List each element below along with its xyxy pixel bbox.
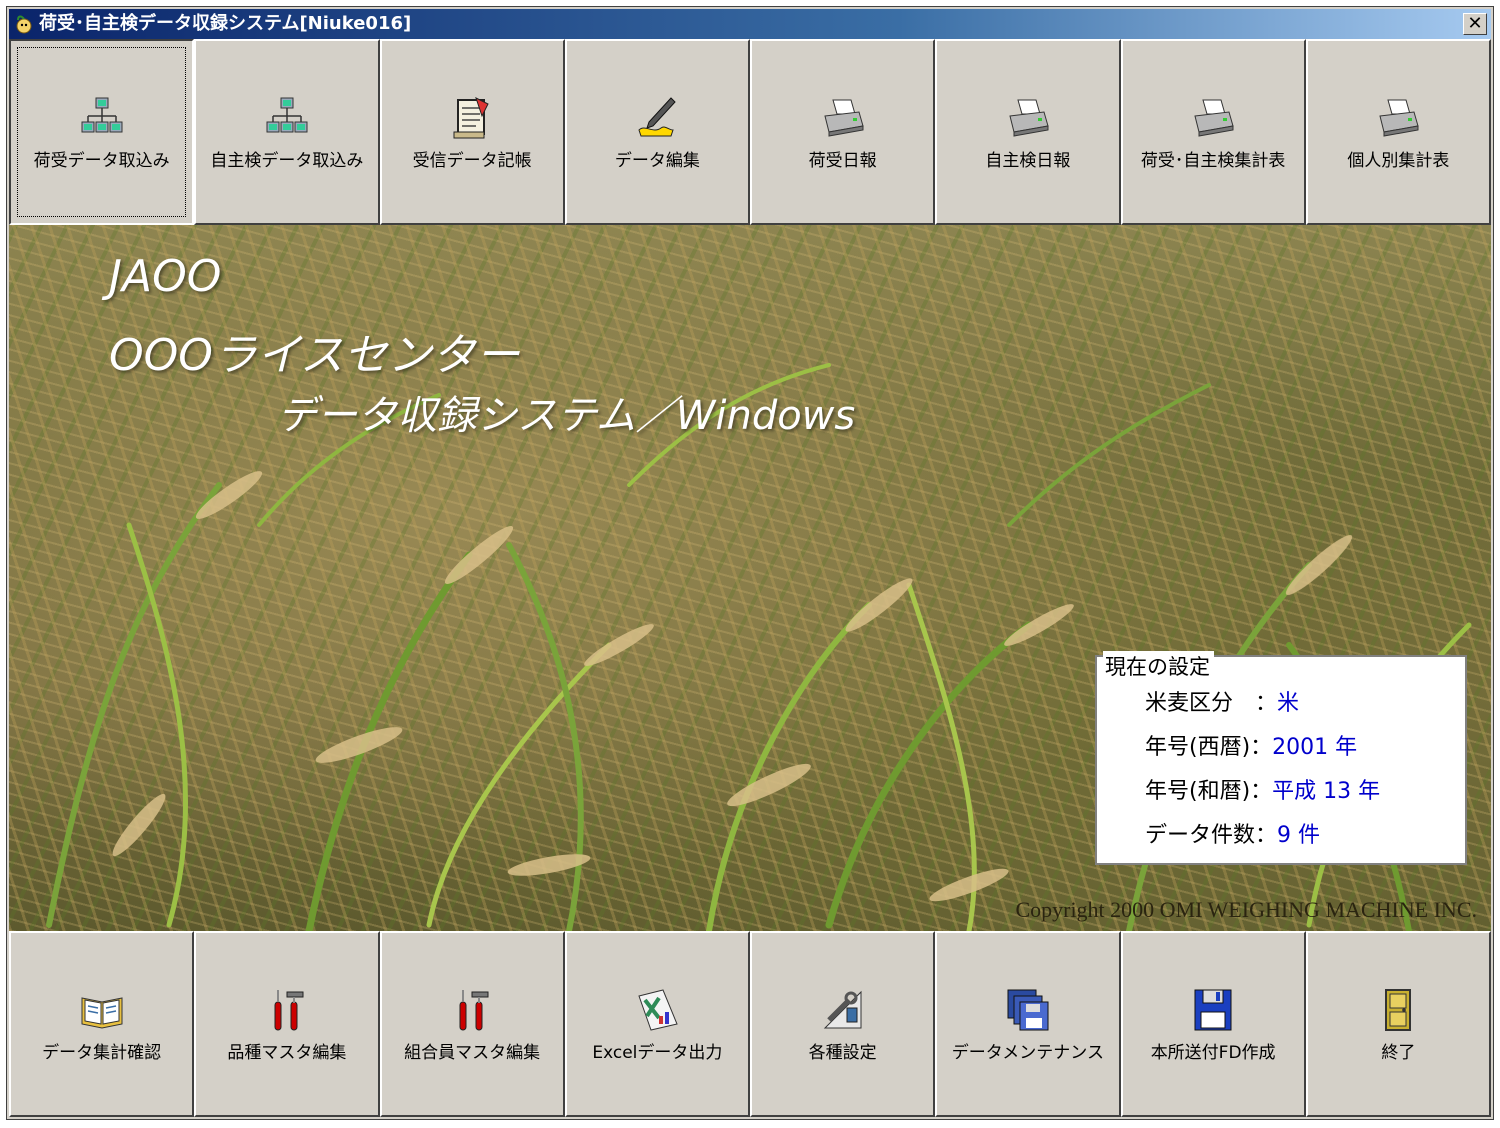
summary-table-button[interactable]: 荷受･自主検集計表 (1120, 39, 1306, 225)
niuke-data-import-button[interactable]: 荷受データ取込み (9, 39, 195, 225)
floppy-disk-icon (1194, 989, 1232, 1030)
settings-row-data-count: データ件数：9 件 (1145, 817, 1320, 849)
pen-icon (638, 96, 677, 136)
copyright-text: Copyright 2000 OMI WEIGHING MACHINE INC. (1015, 897, 1477, 922)
book-icon (81, 996, 123, 1029)
toolbar-label: 荷受日報 (808, 150, 877, 171)
floppy-stack-icon (1007, 989, 1049, 1030)
printer-icon (1379, 99, 1420, 137)
splash-org-name: JAOO (109, 251, 222, 302)
app-icon (16, 15, 32, 34)
settings-value: 9 件 (1277, 823, 1321, 848)
head-office-fd-button[interactable]: 本所送付FD作成 (1120, 931, 1306, 1117)
toolbar-label: 組合員マスタ編集 (404, 1042, 541, 1063)
personal-summary-button[interactable]: 個人別集計表 (1305, 39, 1491, 225)
settings-value: 米 (1277, 691, 1300, 716)
toolbar-label: データ編集 (614, 150, 700, 171)
niuke-daily-report-button[interactable]: 荷受日報 (750, 39, 936, 225)
settings-tools-icon (823, 990, 862, 1028)
settings-title: 現在の設定 (1103, 651, 1214, 681)
main-window: 荷受･自主検データ収録システム[Niuke016] ✕ 荷受データ取込み 自主検… (6, 6, 1494, 1120)
bottom-toolbar: データ集計確認 品種マスタ編集 組合員マスタ編集 Excelデータ出力 各種設定… (9, 931, 1491, 1117)
exit-door-icon (1385, 988, 1412, 1031)
printer-icon (824, 99, 864, 137)
printer-icon (1009, 99, 1049, 137)
toolbar-label: 品種マスタ編集 (227, 1042, 347, 1063)
jishuken-data-import-button[interactable]: 自主検データ取込み (194, 39, 380, 225)
excel-icon (638, 988, 679, 1031)
title-bar[interactable]: 荷受･自主検データ収録システム[Niuke016] ✕ (9, 9, 1491, 39)
settings-label: 米麦区分 ： (1145, 691, 1278, 716)
data-maintenance-button[interactable]: データメンテナンス (935, 931, 1121, 1117)
toolbar-label: データ集計確認 (42, 1042, 162, 1063)
variety-master-edit-button[interactable]: 品種マスタ編集 (194, 931, 380, 1117)
toolbar-label: 自主検データ取込み (210, 150, 364, 171)
current-settings-panel: 現在の設定 米麦区分 ：米 年号(西暦)：2001 年 年号(和暦)：平成 13… (1095, 651, 1467, 865)
settings-label: データ件数： (1145, 823, 1278, 848)
toolbar-label: 荷受データ取込み (33, 150, 170, 171)
member-master-edit-button[interactable]: 組合員マスタ編集 (379, 931, 565, 1117)
splash-system-name: データ収録システム／Windows (277, 393, 856, 439)
toolbar-label: 受信データ記帳 (412, 150, 532, 171)
excel-export-button[interactable]: Excelデータ出力 (564, 931, 750, 1117)
toolbar-label: 本所送付FD作成 (1150, 1042, 1276, 1063)
rice-field-background: JAOO OOOライスセンター データ収録システム／Windows 現在の設定 … (9, 225, 1491, 931)
data-summary-check-button[interactable]: データ集計確認 (9, 931, 195, 1117)
received-data-entry-button[interactable]: 受信データ記帳 (379, 39, 565, 225)
settings-row-year-japanese: 年号(和暦)：平成 13 年 (1145, 773, 1380, 805)
tools-icon (459, 989, 489, 1030)
jishuken-daily-report-button[interactable]: 自主検日報 (935, 39, 1121, 225)
various-settings-button[interactable]: 各種設定 (750, 931, 936, 1117)
top-toolbar: 荷受データ取込み 自主検データ取込み 受信データ記帳 データ編集 荷受日報 自主… (9, 39, 1491, 225)
toolbar-label: 自主検日報 (985, 150, 1071, 171)
window-title: 荷受･自主検データ収録システム[Niuke016] (39, 13, 412, 34)
tools-icon (274, 989, 304, 1030)
settings-row-crop-type: 米麦区分 ：米 (1145, 685, 1299, 717)
toolbar-label: 荷受･自主検集計表 (1140, 150, 1286, 171)
splash-center-name: OOOライスセンター (109, 330, 520, 381)
network-icon (266, 97, 308, 132)
toolbar-label: データメンテナンス (951, 1042, 1104, 1063)
toolbar-label: Excelデータ出力 (592, 1042, 723, 1063)
close-button[interactable]: ✕ (1463, 13, 1487, 35)
settings-label: 年号(西暦)： (1145, 735, 1273, 760)
data-edit-button[interactable]: データ編集 (564, 39, 750, 225)
settings-label: 年号(和暦)： (1145, 779, 1273, 804)
network-icon (81, 97, 123, 132)
printer-icon (1194, 99, 1234, 137)
settings-row-year-western: 年号(西暦)：2001 年 (1145, 729, 1357, 761)
toolbar-label: 各種設定 (808, 1042, 877, 1063)
settings-value: 平成 13 年 (1272, 779, 1381, 804)
toolbar-label: 終了 (1381, 1042, 1416, 1063)
exit-button[interactable]: 終了 (1305, 931, 1491, 1117)
ledger-icon (453, 96, 489, 138)
settings-value: 2001 年 (1272, 735, 1358, 760)
toolbar-label: 個人別集計表 (1347, 150, 1450, 171)
